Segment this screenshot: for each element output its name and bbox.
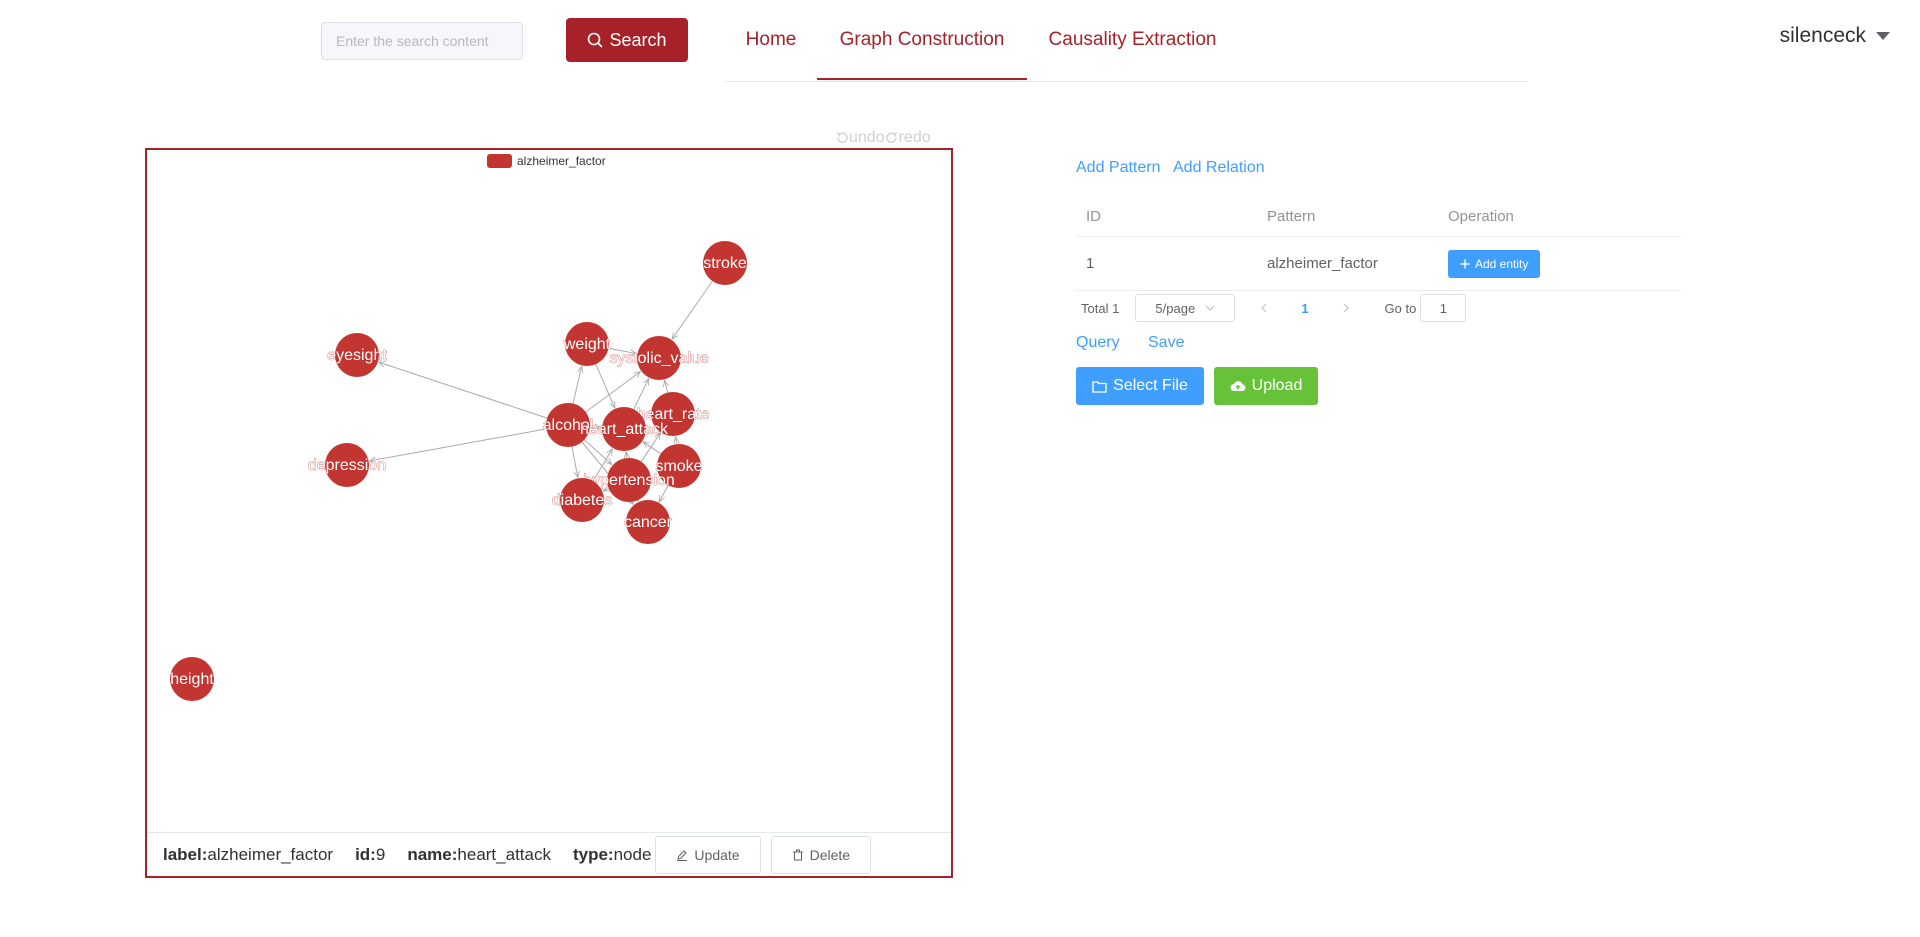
column-header-operation: Operation	[1448, 208, 1514, 225]
chevron-down-icon	[1205, 305, 1215, 311]
cell-pattern: alzheimer_factor	[1267, 255, 1378, 272]
graph-node-label: diabetes	[552, 492, 613, 509]
prev-page-button[interactable]	[1261, 300, 1267, 316]
graph-node-label: cancer	[624, 514, 673, 531]
nav-item-home[interactable]: Home	[725, 0, 817, 80]
graph-edge-smoke-heart_attack[interactable]	[643, 442, 661, 455]
graph-node-depression[interactable]: depression	[308, 443, 386, 487]
add-entity-label: Add entity	[1475, 256, 1529, 271]
redo-label: redo	[898, 129, 931, 146]
select-file-label: Select File	[1113, 377, 1188, 394]
graph-node-cancer[interactable]: cancer	[624, 500, 673, 544]
graph-panel: alzheimer_factor stroke weight systolic_va…	[145, 148, 953, 878]
undo-label: undo	[849, 129, 885, 146]
graph-node-stroke[interactable]: stroke	[703, 241, 747, 285]
pagination: Total 1 5/page 1 Go to	[1081, 294, 1467, 322]
goto-label: Go to	[1384, 300, 1417, 316]
search-button-label: Search	[609, 29, 667, 50]
delete-button[interactable]: Delete	[770, 835, 872, 874]
graph-node-weight[interactable]: weight	[563, 322, 611, 366]
top-nav: Home Graph Construction Causality Extrac…	[725, 0, 1528, 82]
pagination-total: Total 1	[1081, 300, 1120, 316]
graph-edge-alcohol-depression[interactable]	[370, 428, 547, 461]
page-size-value: 5/page	[1155, 300, 1196, 316]
update-button[interactable]: Update	[655, 835, 761, 874]
cell-id: 1	[1086, 255, 1095, 272]
save-button[interactable]: Save	[1148, 334, 1184, 352]
cell-operation: Add entity	[1438, 249, 1681, 278]
graph-edge-heart_rate-systolic_value[interactable]	[665, 380, 668, 393]
graph-node-label: weight	[563, 336, 611, 353]
redo-button[interactable]: redo	[885, 129, 931, 147]
chevron-right-icon	[1343, 303, 1349, 313]
info-label: label:alzheimer_factor	[163, 844, 334, 864]
add-pattern-button[interactable]: Add Pattern	[1076, 159, 1161, 177]
column-header-id: ID	[1086, 208, 1101, 225]
next-page-button[interactable]	[1343, 300, 1349, 316]
page-number-current[interactable]: 1	[1301, 301, 1308, 316]
graph-edge-heart_attack-systolic_value[interactable]	[633, 379, 649, 410]
graph-node-eyesight[interactable]: eyesight	[327, 333, 388, 377]
folder-icon	[1092, 380, 1107, 393]
caret-down-icon	[1876, 32, 1890, 40]
graph-edge-alcohol-eyesight[interactable]	[379, 362, 548, 419]
add-relation-button[interactable]: Add Relation	[1173, 159, 1265, 177]
undo-icon	[836, 132, 848, 143]
pattern-table: ID Pattern Operation 1 alzheimer_factor …	[1076, 197, 1681, 291]
upload-button[interactable]: Upload	[1214, 367, 1318, 405]
nav-item-graph-construction[interactable]: Graph Construction	[817, 0, 1027, 80]
graph-node-label: depression	[308, 457, 386, 474]
table-header-row: ID Pattern Operation	[1076, 197, 1681, 237]
graph-node-label: heart_attack	[580, 421, 669, 438]
graph-edge-alcohol-systolic_value[interactable]	[585, 372, 641, 413]
query-button[interactable]: Query	[1076, 334, 1120, 352]
nav-item-causality-extraction[interactable]: Causality Extraction	[1027, 0, 1238, 80]
goto-page-input[interactable]	[1420, 294, 1467, 322]
plus-icon	[1460, 259, 1470, 268]
cloud-upload-icon	[1230, 380, 1246, 391]
node-info-bar: label:alzheimer_factor id:9 name:heart_a…	[147, 832, 951, 876]
table-row: 1 alzheimer_factor Add entity	[1076, 237, 1681, 291]
graph-edge-hypertension-heart_attack[interactable]	[626, 452, 627, 458]
upload-label: Upload	[1251, 377, 1303, 394]
graph-history-controls: undo redo	[835, 129, 931, 147]
graph-canvas[interactable]: alzheimer_factor stroke weightsystolic_va…	[147, 150, 951, 832]
graph-edge-alcohol-weight[interactable]	[572, 366, 582, 404]
info-type: type:node	[572, 844, 652, 864]
graph-edge-alcohol-diabetes[interactable]	[571, 446, 578, 478]
graph-nodes: stroke weightsystolic_value eyesight heart_…	[170, 241, 747, 701]
graph-edge-smoke-heart_rate[interactable]	[676, 437, 677, 445]
edit-icon	[677, 849, 688, 861]
search-icon	[588, 32, 603, 48]
user-menu[interactable]: silenceck	[1780, 24, 1890, 48]
trash-icon	[792, 849, 803, 860]
graph-legend[interactable]: alzheimer_factor	[487, 154, 606, 168]
redo-icon	[885, 132, 897, 143]
chevron-left-icon	[1261, 303, 1267, 313]
search-input[interactable]	[321, 22, 523, 60]
page-size-select[interactable]: 5/page	[1135, 294, 1236, 322]
legend-label: alzheimer_factor	[517, 154, 606, 168]
graph-node-label: height	[170, 671, 214, 688]
graph-node-label: systolic_value	[609, 350, 709, 367]
select-file-button[interactable]: Select File	[1076, 367, 1204, 405]
column-header-pattern: Pattern	[1267, 208, 1316, 225]
legend-swatch	[487, 154, 512, 168]
graph-node-label: stroke	[703, 255, 747, 272]
graph-node-label: eyesight	[327, 347, 387, 364]
update-label: Update	[694, 846, 740, 863]
graph-node-height[interactable]: height	[170, 657, 215, 701]
info-id: id:9	[355, 844, 386, 864]
delete-label: Delete	[809, 846, 851, 863]
add-entity-button[interactable]: Add entity	[1448, 249, 1541, 278]
info-name: name:heart_attack	[407, 844, 551, 864]
graph-edge-weight-heart_attack[interactable]	[595, 364, 615, 408]
search-button[interactable]: Search	[566, 18, 688, 62]
graph-node-systolic_value[interactable]: systolic_value	[609, 336, 709, 380]
graph-edge-stroke-systolic_value[interactable]	[672, 280, 713, 339]
undo-button[interactable]: undo	[835, 129, 885, 147]
user-name: silenceck	[1779, 24, 1866, 47]
